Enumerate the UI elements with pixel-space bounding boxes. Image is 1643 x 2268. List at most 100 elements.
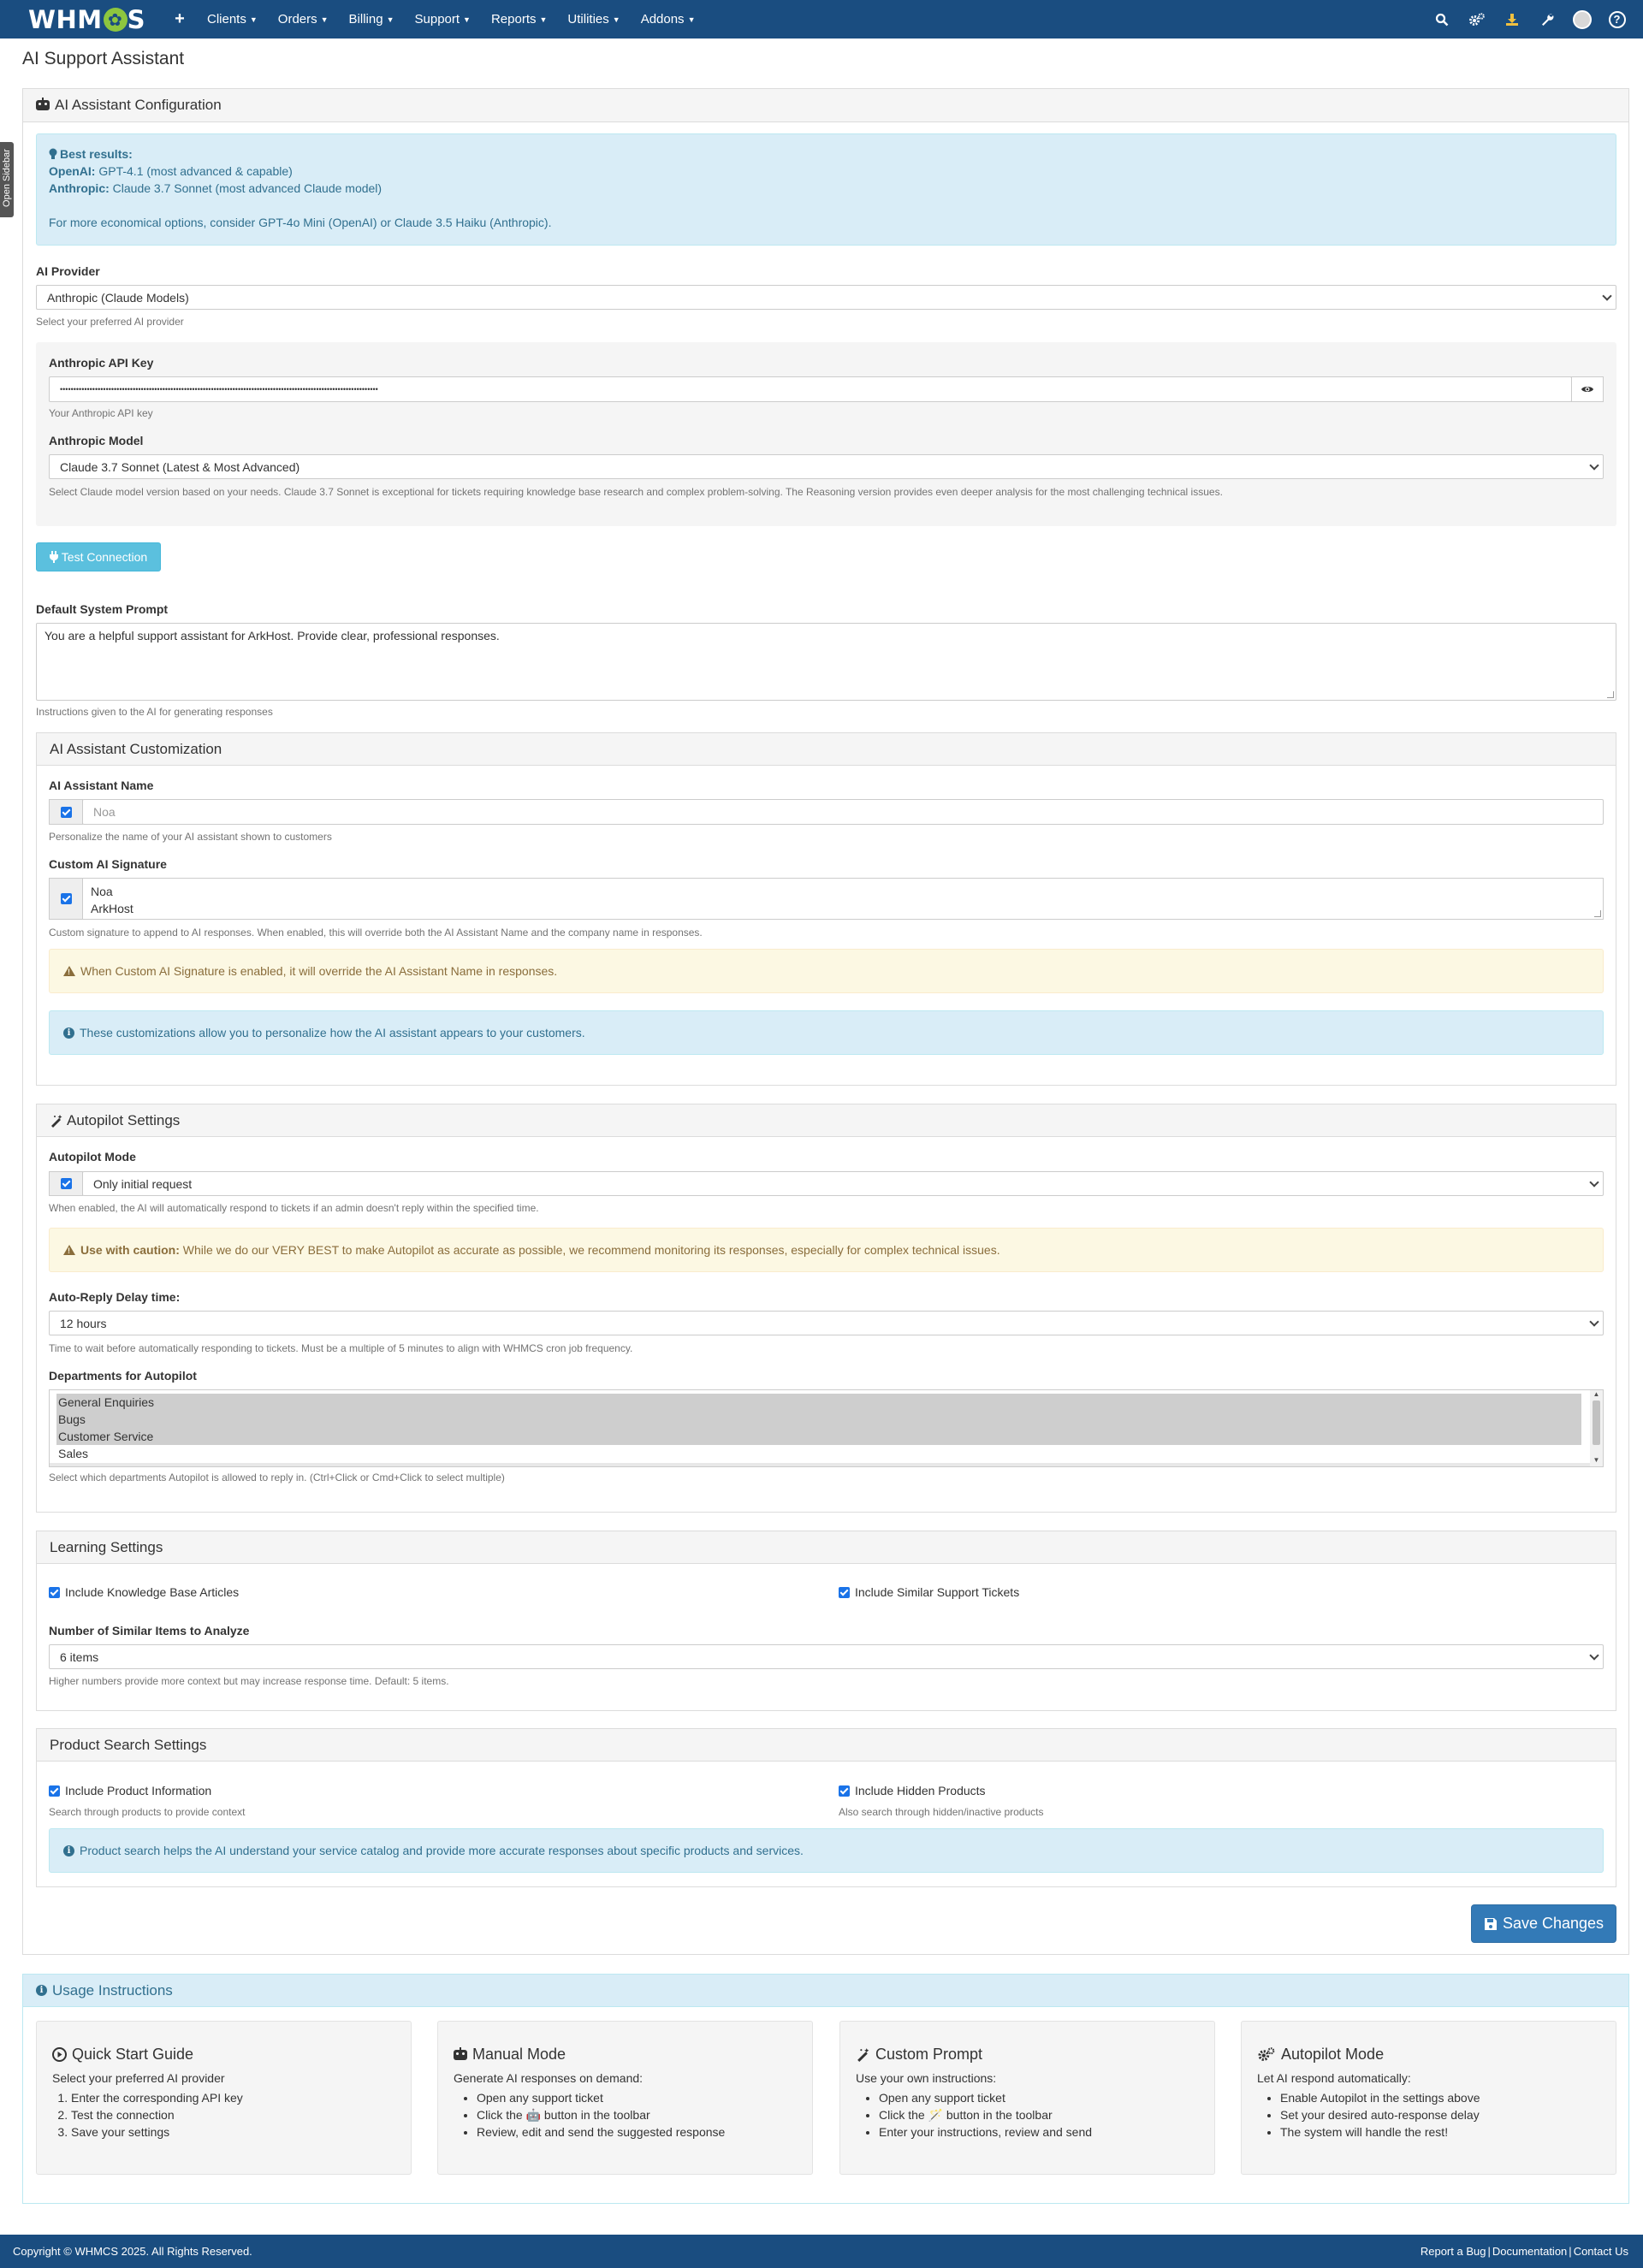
horizontal-scrollbar[interactable] bbox=[50, 1463, 1590, 1466]
api-key-label: Anthropic API Key bbox=[49, 356, 154, 370]
list-item: Save your settings bbox=[71, 2123, 243, 2141]
report-bug-link[interactable]: Report a Bug bbox=[1421, 2245, 1486, 2258]
similar-items-label: Number of Similar Items to Analyze bbox=[49, 1624, 250, 1637]
card-list: Open any support ticket Click the 🤖 butt… bbox=[477, 2089, 725, 2141]
department-option[interactable]: Bugs bbox=[56, 1411, 1581, 1428]
copyright-text: Copyright © WHMCS 2025. All Rights Reser… bbox=[13, 2245, 252, 2258]
lightbulb-icon bbox=[49, 148, 57, 159]
top-navbar: WHM ✿ S + Clients ▼ Orders ▼ Billing ▼ Suppor… bbox=[0, 0, 1643, 38]
model-select[interactable]: Claude 3.7 Sonnet (Latest & Most Advance… bbox=[49, 454, 1604, 479]
magic-icon bbox=[51, 1114, 62, 1128]
open-sidebar-tab[interactable]: Open Sidebar bbox=[0, 142, 14, 217]
model-help: Select Claude model version based on you… bbox=[49, 486, 1223, 498]
listbox-scrollbar[interactable]: ▲ ▼ bbox=[1590, 1390, 1603, 1466]
department-option[interactable]: Customer Service bbox=[56, 1428, 1581, 1445]
test-connection-button[interactable]: Test Connection bbox=[36, 542, 161, 571]
list-item: The system will handle the rest! bbox=[1280, 2123, 1480, 2141]
card-title: Manual Mode bbox=[454, 2046, 566, 2064]
kb-articles-checkbox[interactable]: Include Knowledge Base Articles bbox=[49, 1585, 239, 1599]
signature-help: Custom signature to append to AI respons… bbox=[49, 927, 703, 939]
info-text: Product search helps the AI understand y… bbox=[80, 1844, 804, 1857]
similar-items-help: Higher numbers provide more context but … bbox=[49, 1675, 449, 1687]
similar-tickets-checkbox[interactable]: Include Similar Support Tickets bbox=[839, 1585, 1019, 1599]
documentation-link[interactable]: Documentation bbox=[1492, 2245, 1567, 2258]
product-info-checkbox[interactable]: Include Product Information bbox=[49, 1784, 211, 1797]
card-title-text: Manual Mode bbox=[472, 2046, 566, 2063]
help-icon[interactable]: ? bbox=[1599, 0, 1634, 38]
save-icon bbox=[1484, 1917, 1497, 1930]
autopilot-panel-header: Autopilot Settings bbox=[37, 1104, 1616, 1137]
card-intro: Generate AI responses on demand: bbox=[454, 2071, 644, 2085]
download-icon[interactable] bbox=[1494, 0, 1529, 38]
checkbox-label: Include Hidden Products bbox=[855, 1784, 986, 1797]
prompt-textarea[interactable]: You are a helpful support assistant for … bbox=[36, 623, 1616, 701]
nav-label: Utilities bbox=[567, 12, 609, 27]
nav-label: Addons bbox=[640, 12, 685, 27]
nav-support[interactable]: Support ▼ bbox=[405, 12, 481, 27]
provider-help: Select your preferred AI provider bbox=[36, 316, 184, 328]
scroll-down-icon[interactable]: ▼ bbox=[1590, 1456, 1603, 1466]
autopilot-caution: Use with caution: While we do our VERY B… bbox=[49, 1228, 1604, 1272]
search-icon[interactable] bbox=[1424, 0, 1459, 38]
panel-title: Autopilot Settings bbox=[67, 1111, 181, 1128]
manual-mode-card: Manual Mode Generate AI responses on dem… bbox=[437, 2021, 813, 2175]
signature-textarea[interactable]: Noa ArkHost bbox=[82, 878, 1604, 920]
chevron-down-icon bbox=[1602, 291, 1612, 301]
hidden-products-help: Also search through hidden/inactive prod… bbox=[839, 1806, 1044, 1818]
avatar-image bbox=[1572, 9, 1592, 29]
list-item: Open any support ticket bbox=[477, 2089, 725, 2106]
delay-select[interactable]: 12 hours bbox=[49, 1311, 1604, 1335]
department-name: General Enquiries bbox=[58, 1395, 155, 1409]
avatar[interactable] bbox=[1564, 0, 1599, 38]
api-key-input[interactable]: ••••••••••••••••••••••••••••••••••••••••… bbox=[49, 376, 1572, 402]
signature-toggle[interactable] bbox=[49, 878, 83, 920]
caret-down-icon: ▼ bbox=[687, 15, 696, 25]
scrollbar-thumb[interactable] bbox=[1593, 1400, 1600, 1445]
scroll-up-icon[interactable]: ▲ bbox=[1590, 1390, 1603, 1400]
similar-items-select[interactable]: 6 items bbox=[49, 1644, 1604, 1669]
signature-line: ArkHost bbox=[91, 902, 133, 915]
card-title-text: Quick Start Guide bbox=[72, 2046, 194, 2063]
resize-handle-icon[interactable] bbox=[1594, 910, 1601, 917]
nav-billing[interactable]: Billing ▼ bbox=[339, 12, 405, 27]
nav-reports[interactable]: Reports ▼ bbox=[481, 12, 557, 27]
nav-addons[interactable]: Addons ▼ bbox=[631, 12, 706, 27]
show-key-button[interactable] bbox=[1571, 376, 1604, 402]
assistant-name-toggle[interactable] bbox=[49, 799, 83, 825]
save-changes-button[interactable]: Save Changes bbox=[1471, 1904, 1616, 1943]
checkbox-checked-icon bbox=[49, 1586, 60, 1598]
warning-icon bbox=[63, 966, 75, 976]
provider-select[interactable]: Anthropic (Claude Models) bbox=[36, 285, 1616, 310]
nav-label: Billing bbox=[348, 12, 383, 27]
hidden-products-checkbox[interactable]: Include Hidden Products bbox=[839, 1784, 986, 1797]
chevron-down-icon bbox=[1589, 1177, 1599, 1187]
assistant-name-input[interactable]: Noa bbox=[82, 799, 1604, 825]
cogs-icon[interactable] bbox=[1459, 0, 1494, 38]
card-title: Quick Start Guide bbox=[52, 2046, 193, 2064]
nav-utilities[interactable]: Utilities ▼ bbox=[557, 12, 630, 27]
departments-listbox[interactable]: General Enquiries Bugs Customer Service … bbox=[49, 1389, 1604, 1467]
nav-clients[interactable]: Clients ▼ bbox=[197, 12, 268, 27]
contact-us-link[interactable]: Contact Us bbox=[1574, 2245, 1628, 2258]
checkbox-checked-icon bbox=[60, 806, 72, 818]
card-title: Autopilot Mode bbox=[1257, 2046, 1384, 2064]
whmcs-logo[interactable]: WHM ✿ S bbox=[28, 5, 145, 34]
department-name: Sales bbox=[58, 1447, 89, 1460]
signature-label: Custom AI Signature bbox=[49, 857, 167, 871]
wrench-icon[interactable] bbox=[1529, 0, 1564, 38]
autopilot-mode-select[interactable]: Only initial request bbox=[82, 1171, 1604, 1196]
department-option[interactable]: Sales bbox=[56, 1445, 1581, 1462]
anthropic-label: Anthropic: bbox=[49, 181, 110, 195]
plus-icon[interactable]: + bbox=[163, 9, 197, 29]
nav-orders[interactable]: Orders ▼ bbox=[268, 12, 339, 27]
autopilot-toggle[interactable] bbox=[49, 1171, 83, 1196]
warning-icon bbox=[63, 1245, 75, 1255]
info-text: These customizations allow you to person… bbox=[80, 1026, 585, 1039]
chevron-down-icon bbox=[1589, 1650, 1599, 1661]
delay-help: Time to wait before automatically respon… bbox=[49, 1342, 633, 1354]
card-intro: Select your preferred AI provider bbox=[52, 2071, 225, 2085]
department-option[interactable]: General Enquiries bbox=[56, 1394, 1581, 1411]
resize-handle-icon[interactable] bbox=[1607, 691, 1614, 698]
nav-label: Orders bbox=[277, 12, 317, 27]
anthropic-value: Claude 3.7 Sonnet (most advanced Claude … bbox=[112, 181, 383, 195]
